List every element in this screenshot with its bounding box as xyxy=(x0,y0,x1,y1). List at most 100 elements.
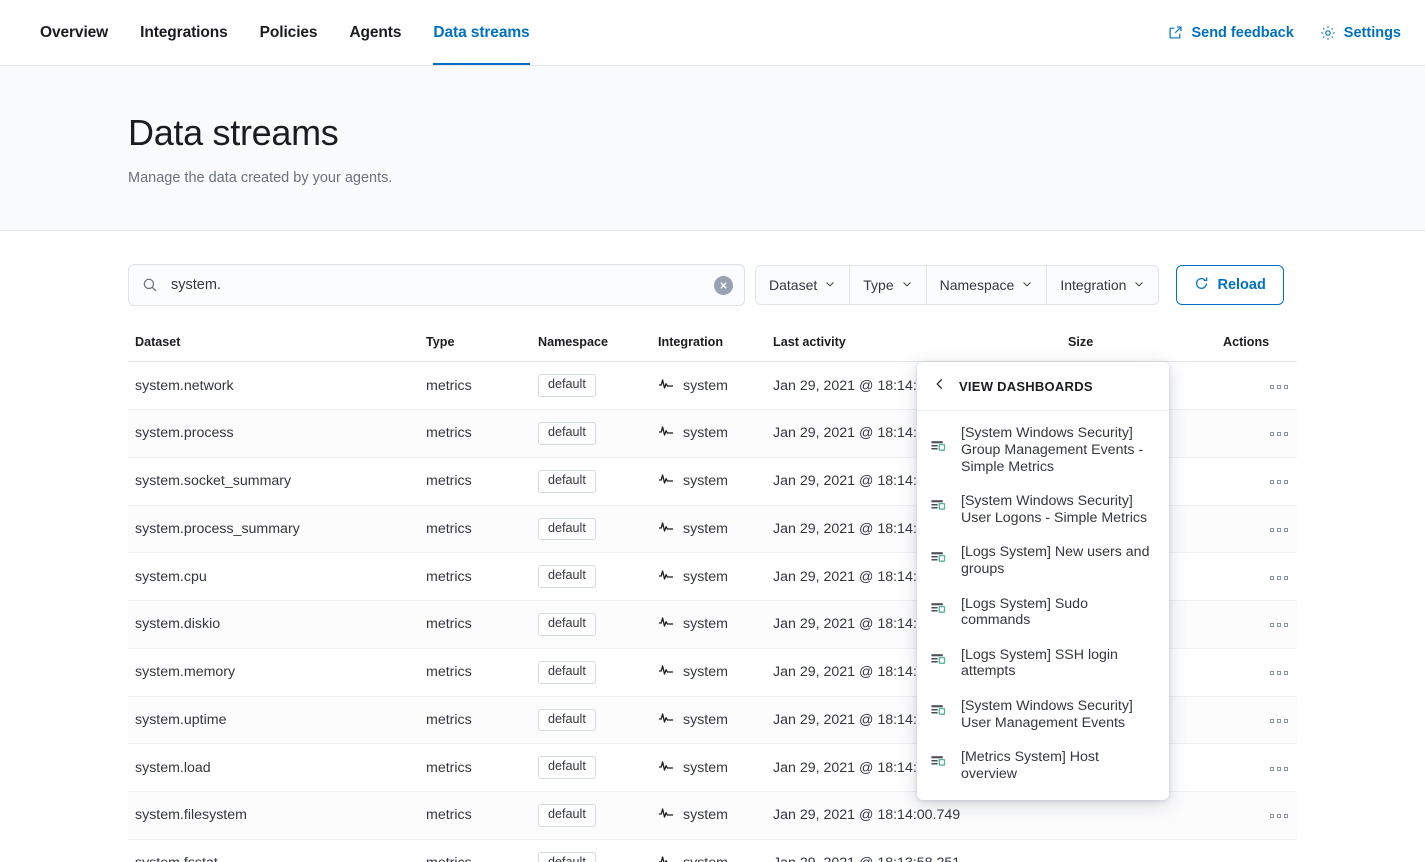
cell-integration: system xyxy=(658,744,773,792)
namespace-badge: default xyxy=(538,756,596,779)
cell-namespace: default xyxy=(538,505,658,553)
sparkline-icon xyxy=(658,471,674,491)
row-actions-menu-button[interactable] xyxy=(1268,379,1290,395)
filter-button-integration[interactable]: Integration xyxy=(1047,266,1158,304)
cell-type: metrics xyxy=(426,744,538,792)
dashboard-icon xyxy=(930,550,948,573)
integration-label: system xyxy=(683,616,728,632)
sparkline-icon xyxy=(658,519,674,539)
cell-dataset: system.socket_summary xyxy=(128,457,426,505)
cell-dataset: system.network xyxy=(128,362,426,410)
row-actions-menu-button[interactable] xyxy=(1268,713,1290,729)
cell-namespace: default xyxy=(538,696,658,744)
sparkline-icon xyxy=(658,376,674,396)
cell-type: metrics xyxy=(426,792,538,840)
row-actions-menu-button[interactable] xyxy=(1268,665,1290,681)
external-link-icon xyxy=(1168,25,1183,40)
cell-actions xyxy=(1223,744,1297,792)
row-actions-menu-button[interactable] xyxy=(1268,808,1290,824)
cell-namespace: default xyxy=(538,792,658,840)
namespace-badge: default xyxy=(538,852,596,862)
row-actions-menu-button[interactable] xyxy=(1268,856,1290,862)
integration-label: system xyxy=(683,712,728,728)
dashboard-icon xyxy=(930,439,948,462)
cell-type: metrics xyxy=(426,362,538,410)
nav-tab-integrations[interactable]: Integrations xyxy=(124,0,244,65)
dashboard-list-item[interactable]: [Logs System] SSH login attempts xyxy=(917,638,1169,689)
filter-button-namespace[interactable]: Namespace xyxy=(927,266,1048,304)
dashboard-icon xyxy=(930,601,948,624)
refresh-icon xyxy=(1194,276,1209,295)
namespace-badge: default xyxy=(538,422,596,445)
chevron-down-icon xyxy=(1133,277,1145,293)
sparkline-icon xyxy=(658,567,674,587)
dashboard-list-item[interactable]: [Metrics System] Host overview xyxy=(917,740,1169,791)
dashboard-list-item[interactable]: [Logs System] Sudo commands xyxy=(917,587,1169,638)
cell-namespace: default xyxy=(538,648,658,696)
cell-integration: system xyxy=(658,648,773,696)
reload-button[interactable]: Reload xyxy=(1176,265,1283,305)
sparkline-icon xyxy=(658,758,674,778)
integration-label: system xyxy=(683,425,728,441)
column-header-last-activity: Last activity xyxy=(773,335,1068,362)
table-row: system.fsstatmetricsdefaultsystemJan 29,… xyxy=(128,839,1297,862)
row-actions-menu-button[interactable] xyxy=(1268,474,1290,490)
dashboard-list-item[interactable]: [System Windows Security] User Logons - … xyxy=(917,484,1169,535)
page-subtitle: Manage the data created by your agents. xyxy=(128,170,1425,186)
dashboard-list-item[interactable]: [System Windows Security] User Managemen… xyxy=(917,689,1169,740)
cell-dataset: system.load xyxy=(128,744,426,792)
send-feedback-label: Send feedback xyxy=(1191,25,1293,41)
namespace-badge: default xyxy=(538,518,596,541)
cell-type: metrics xyxy=(426,601,538,649)
sparkline-icon xyxy=(658,853,674,862)
settings-link[interactable]: Settings xyxy=(1320,25,1401,41)
namespace-badge: default xyxy=(538,565,596,588)
integration-label: system xyxy=(683,521,728,537)
cell-integration: system xyxy=(658,362,773,410)
filter-label: Dataset xyxy=(769,277,817,293)
cell-dataset: system.diskio xyxy=(128,601,426,649)
namespace-badge: default xyxy=(538,661,596,684)
cell-integration: system xyxy=(658,410,773,458)
integration-label: system xyxy=(683,664,728,680)
row-actions-menu-button[interactable] xyxy=(1268,426,1290,442)
row-actions-menu-button[interactable] xyxy=(1268,522,1290,538)
dashboard-item-label: [System Windows Security] Group Manageme… xyxy=(961,425,1155,475)
dashboard-list-item[interactable]: [Logs System] New users and groups xyxy=(917,535,1169,586)
cell-last-activity: Jan 29, 2021 @ 18:13:58.251 xyxy=(773,839,1068,862)
filter-button-dataset[interactable]: Dataset xyxy=(756,266,850,304)
filter-label: Namespace xyxy=(940,277,1015,293)
nav-tab-overview[interactable]: Overview xyxy=(24,0,124,65)
cell-integration: system xyxy=(658,792,773,840)
cell-dataset: system.fsstat xyxy=(128,839,426,862)
chevron-left-icon xyxy=(933,377,947,396)
nav-tab-policies[interactable]: Policies xyxy=(244,0,334,65)
popover-back-header[interactable]: VIEW DASHBOARDS xyxy=(917,362,1169,411)
row-actions-menu-button[interactable] xyxy=(1268,761,1290,777)
column-header-actions: Actions xyxy=(1223,335,1297,362)
nav-tab-agents[interactable]: Agents xyxy=(333,0,417,65)
nav-tab-data-streams[interactable]: Data streams xyxy=(417,0,545,65)
dashboard-item-label: [Logs System] New users and groups xyxy=(961,544,1155,577)
cell-type: metrics xyxy=(426,553,538,601)
cell-namespace: default xyxy=(538,601,658,649)
dashboard-list-item[interactable]: [System Windows Security] Group Manageme… xyxy=(917,416,1169,484)
column-header-type: Type xyxy=(426,335,538,362)
view-dashboards-popover: VIEW DASHBOARDS [System Windows Security… xyxy=(917,362,1169,799)
row-actions-menu-button[interactable] xyxy=(1268,617,1290,633)
sparkline-icon xyxy=(658,614,674,634)
integration-label: system xyxy=(683,855,728,862)
cell-integration: system xyxy=(658,505,773,553)
column-header-dataset: Dataset xyxy=(128,335,426,362)
dashboard-icon xyxy=(930,703,948,726)
cell-dataset: system.process_summary xyxy=(128,505,426,553)
row-actions-menu-button[interactable] xyxy=(1268,570,1290,586)
dashboard-item-label: [System Windows Security] User Managemen… xyxy=(961,698,1155,731)
search-input[interactable] xyxy=(129,265,744,305)
chevron-down-icon xyxy=(824,277,836,293)
search-icon xyxy=(142,277,158,298)
send-feedback-link[interactable]: Send feedback xyxy=(1168,25,1293,41)
filter-button-type[interactable]: Type xyxy=(850,266,926,304)
cell-integration: system xyxy=(658,839,773,862)
filter-label: Integration xyxy=(1060,277,1126,293)
